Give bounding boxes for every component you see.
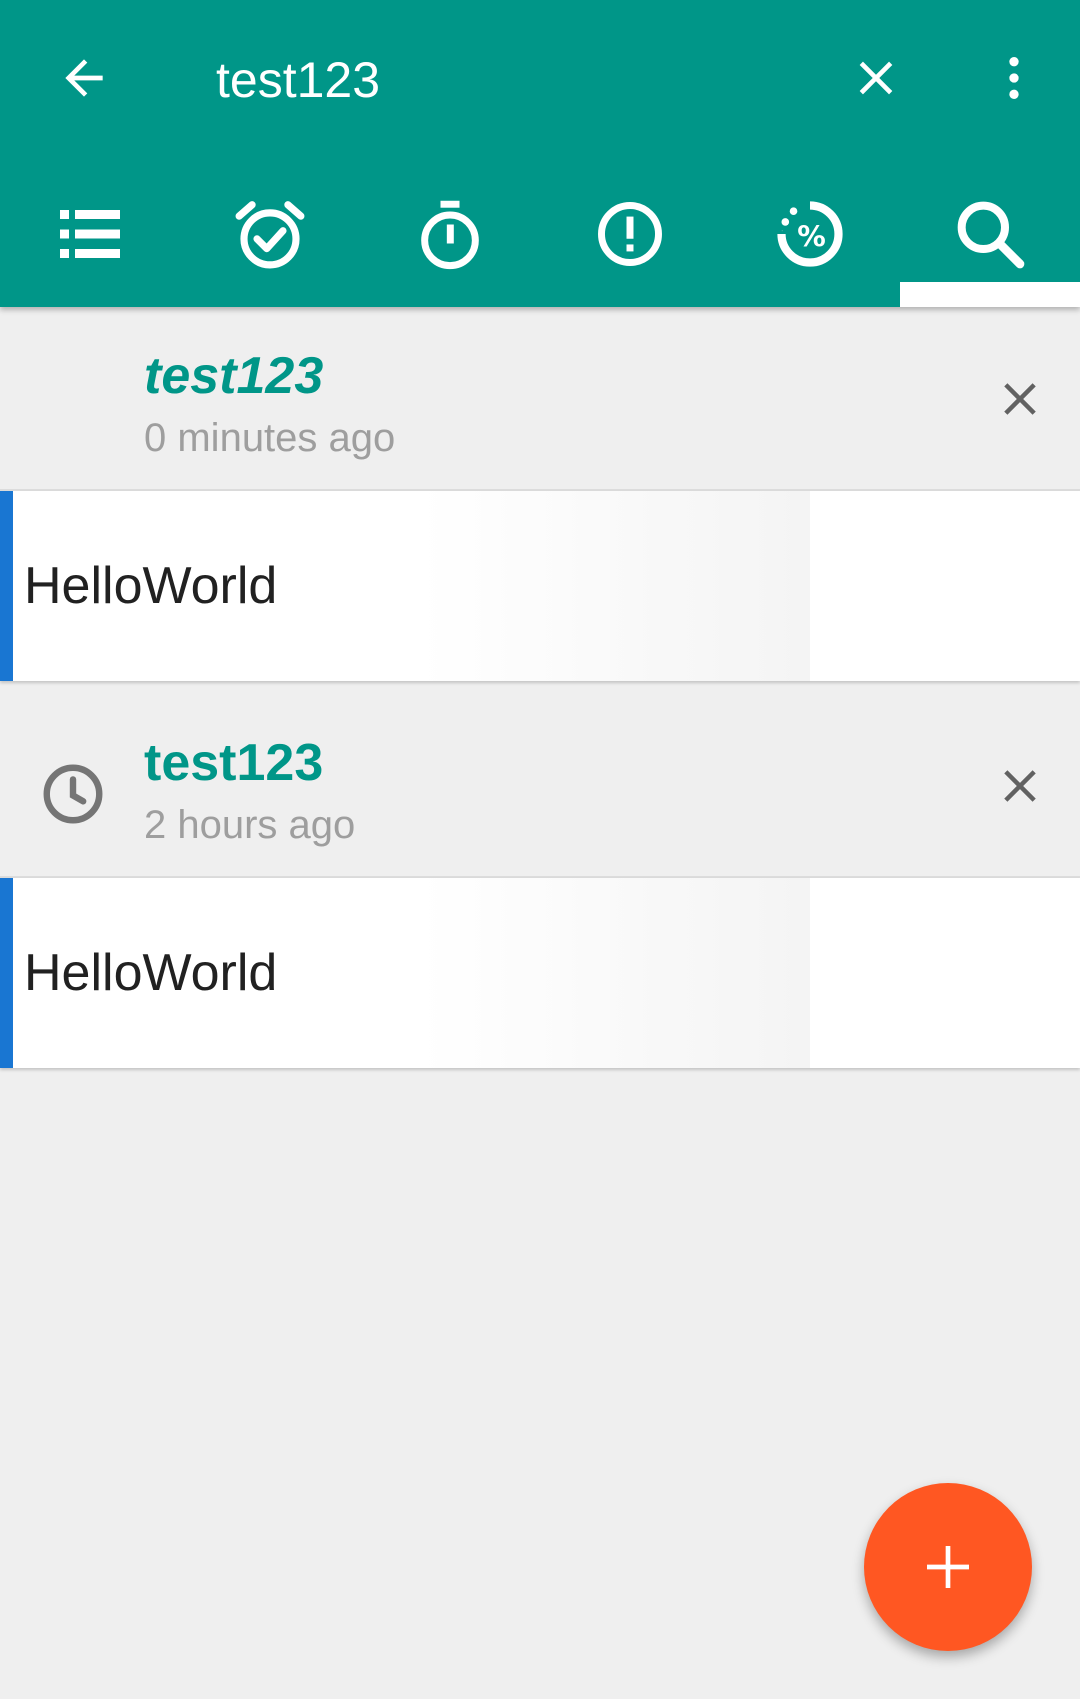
search-history-item[interactable]: test123 2 hours ago xyxy=(0,694,1080,874)
result-title: HelloWorld xyxy=(24,557,278,615)
svg-text:%: % xyxy=(797,220,826,253)
close-icon xyxy=(859,61,893,95)
history-time: 0 minutes ago xyxy=(144,416,396,460)
top-app-bar: test123 % xyxy=(0,0,1080,307)
tab-timer[interactable] xyxy=(360,180,540,307)
tab-list[interactable] xyxy=(0,180,180,307)
remove-history-button[interactable] xyxy=(984,363,1056,435)
row-shade xyxy=(420,878,810,1068)
list-icon xyxy=(60,209,120,258)
clear-search-button[interactable] xyxy=(836,38,916,118)
color-stripe xyxy=(0,491,13,681)
percent-circle-icon: % xyxy=(777,200,843,267)
alarm-check-icon xyxy=(235,200,305,268)
add-button[interactable] xyxy=(864,1483,1032,1651)
color-stripe xyxy=(0,878,13,1068)
tab-progress[interactable]: % xyxy=(720,180,900,307)
more-vert-icon xyxy=(1009,57,1019,99)
history-time: 2 hours ago xyxy=(144,803,356,847)
more-options-button[interactable] xyxy=(974,38,1054,118)
history-query: test123 xyxy=(144,734,324,792)
result-item[interactable]: HelloWorld xyxy=(0,491,1080,681)
tab-alarm[interactable] xyxy=(180,180,360,307)
selected-tab-indicator xyxy=(900,282,1080,307)
result-item[interactable]: HelloWorld xyxy=(0,878,1080,1068)
search-history-item[interactable]: test123 0 minutes ago xyxy=(0,307,1080,487)
tab-priority[interactable] xyxy=(540,180,720,307)
back-button[interactable] xyxy=(44,38,124,118)
stopwatch-icon xyxy=(421,200,479,269)
close-icon xyxy=(1004,770,1036,802)
exclamation-circle-icon xyxy=(598,201,662,266)
search-icon xyxy=(957,201,1025,268)
result-title: HelloWorld xyxy=(24,944,278,1002)
search-query[interactable]: test123 xyxy=(216,50,380,110)
arrow-back-icon xyxy=(65,59,103,97)
plus-icon xyxy=(927,1546,969,1588)
row-shade xyxy=(420,491,810,681)
clock-icon xyxy=(43,764,103,824)
remove-history-button[interactable] xyxy=(984,750,1056,822)
history-query: test123 xyxy=(144,347,324,405)
close-icon xyxy=(1004,383,1036,415)
